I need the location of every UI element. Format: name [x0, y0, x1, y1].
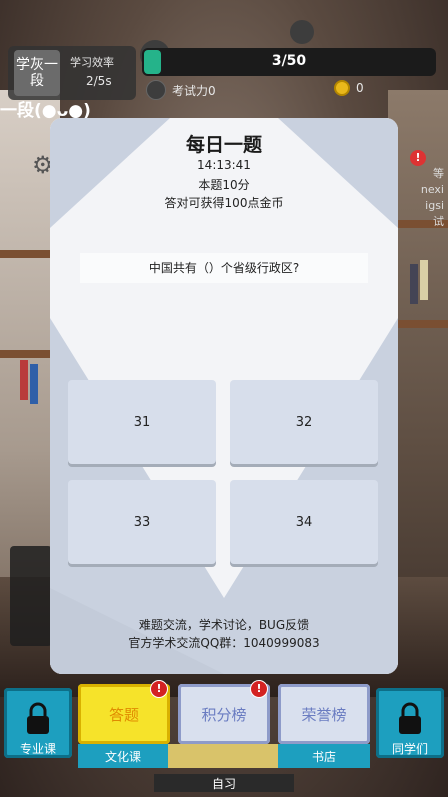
professional-course-label: 专业课: [19, 742, 56, 756]
answer-option-4[interactable]: 34: [230, 480, 378, 564]
efficiency-label: 学习效率: [70, 56, 114, 69]
coin-count: 0: [356, 81, 364, 95]
side-text-line: nexi: [420, 183, 444, 196]
background-shelf: [0, 250, 50, 258]
dialog-footer-qq-group: 官方学术交流QQ群：1040999083: [128, 636, 320, 650]
tab-points-rank-label: 积分榜: [201, 705, 247, 724]
background-book: [20, 360, 28, 400]
efficiency-value: 2/5s: [86, 74, 112, 88]
countdown-time: 14:13:41: [197, 158, 251, 172]
classmates-button[interactable]: 同学们: [376, 688, 444, 758]
tab-points-rank-alert-badge: !: [250, 680, 268, 698]
exam-power: 考试力0: [146, 80, 216, 100]
background-shelf: [0, 350, 50, 358]
rank-badge[interactable]: 学灰一段: [14, 50, 60, 96]
side-alert-badge: !: [410, 150, 426, 166]
side-text: 等 nexi igsi 试: [421, 166, 444, 230]
lock-icon: [27, 702, 49, 734]
question-reward: 答对可获得100点金币: [164, 196, 284, 210]
self-study-label: 自习: [211, 776, 236, 791]
progress-text: 3/50: [271, 53, 307, 69]
answer-option-2[interactable]: 32: [230, 380, 378, 464]
background-book: [420, 260, 428, 300]
side-text-line: 试: [433, 215, 444, 228]
question-text: 中国共有（）个省级行政区?: [148, 261, 300, 275]
study-progress-bar: 3/50: [142, 48, 436, 76]
tab-honor-rank[interactable]: 荣誉榜: [278, 684, 370, 744]
dialog-footer-feedback: 难题交流，学术讨论，BUG反馈: [138, 618, 310, 632]
culture-course-label: 文化课: [104, 749, 141, 764]
tab-points-rank[interactable]: 积分榜 !: [178, 680, 270, 744]
tab-answer-label: 答题: [108, 705, 139, 724]
answer-option-1[interactable]: 31: [68, 380, 216, 464]
desk-tray: [168, 744, 278, 768]
classmates-label: 同学们: [391, 742, 428, 756]
professional-course-button[interactable]: 专业课: [4, 688, 72, 758]
answer-option-3[interactable]: 33: [68, 480, 216, 564]
background-book: [30, 364, 38, 404]
tab-answer[interactable]: 答题 !: [78, 680, 170, 744]
question-score: 本题10分: [198, 178, 250, 192]
background-book: [410, 264, 418, 304]
exam-power-icon: [146, 80, 166, 100]
rank-panel: 学灰一段 学习效率 2/5s: [8, 46, 136, 100]
self-study-button[interactable]: 自习: [154, 774, 294, 792]
bookstore-button[interactable]: 书店: [278, 744, 370, 768]
bottom-nav: 专业课 答题 ! 积分榜 ! 荣誉榜 文化课 书店 同学们 自习: [0, 680, 448, 797]
coin-counter: 0: [334, 80, 364, 96]
lock-icon: [399, 702, 421, 734]
background-shelf: [398, 320, 448, 328]
side-text-line: 等: [433, 167, 444, 180]
culture-course-button[interactable]: 文化课: [78, 744, 168, 768]
daily-question-dialog: 每日一题 14:13:41 本题10分 答对可获得100点金币 中国共有（）个省…: [50, 118, 398, 674]
tab-honor-rank-label: 荣誉榜: [301, 705, 347, 724]
tab-answer-alert-badge: !: [150, 680, 168, 698]
side-text-line: igsi: [425, 199, 444, 212]
dialog-title: 每日一题: [185, 134, 262, 156]
background-lamp: [290, 20, 314, 44]
bookstore-label: 书店: [311, 749, 336, 764]
coin-icon: [334, 80, 350, 96]
exam-power-text: 考试力0: [172, 83, 216, 98]
left-side-card[interactable]: [10, 546, 52, 646]
